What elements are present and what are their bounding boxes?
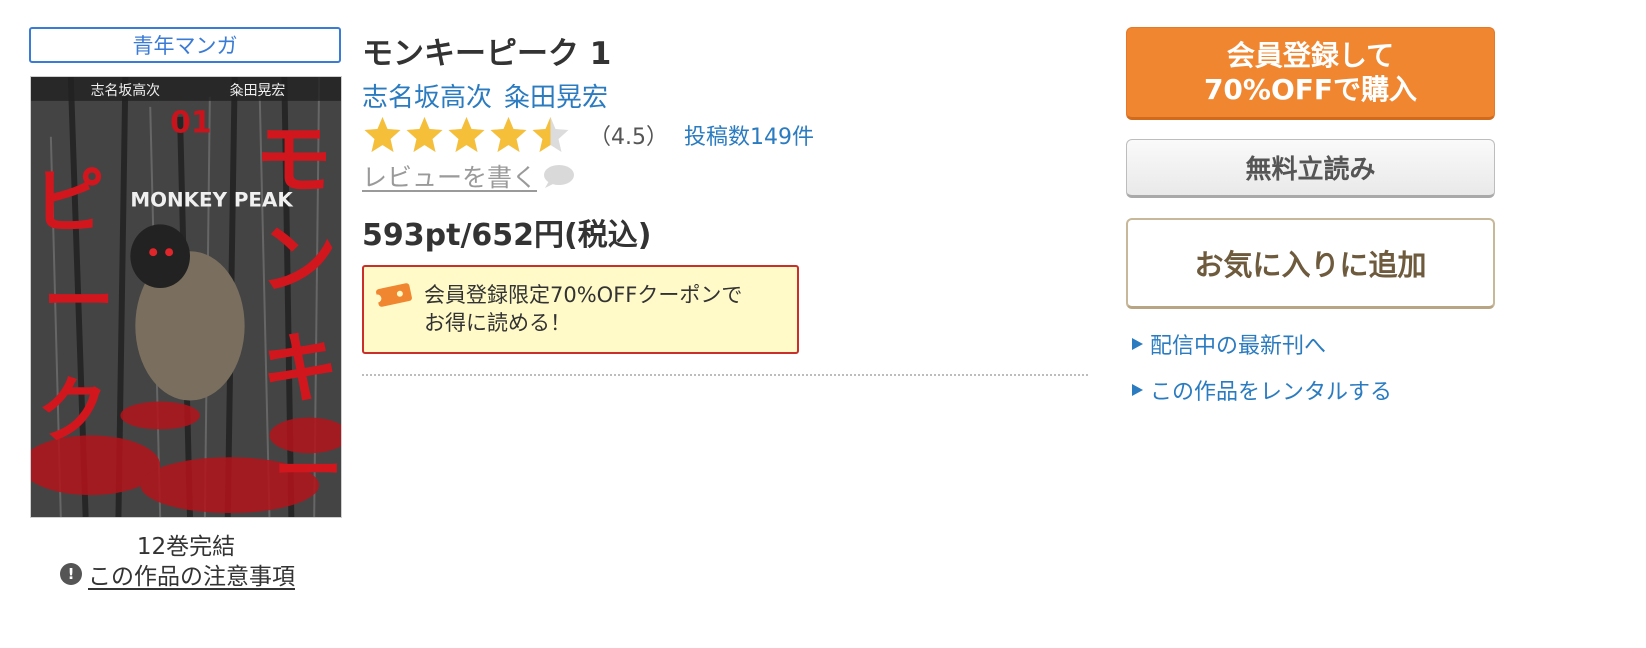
- register-and-buy-button[interactable]: 会員登録して 70%OFFで購入: [1126, 27, 1495, 120]
- cover-art: 志名坂高次 粂田晃宏 01 MONKEY PEAK モ ン キ ー ピ ー ク: [31, 77, 341, 517]
- coupon-banner: 会員登録限定70%OFFクーポンで お得に読める！: [362, 265, 799, 354]
- star-icon: [448, 117, 485, 152]
- favorite-label: お気に入りに追加: [1194, 248, 1427, 282]
- star-icon: [364, 117, 401, 152]
- coupon-text: 会員登録限定70%OFFクーポンで お得に読める！: [424, 281, 742, 337]
- book-cover-image[interactable]: 志名坂高次 粂田晃宏 01 MONKEY PEAK モ ン キ ー ピ ー ク: [30, 76, 342, 518]
- coupon-line-2: お得に読める！: [424, 311, 571, 335]
- svg-text:ン: ン: [260, 215, 338, 305]
- latest-volume-label: 配信中の最新刊へ: [1150, 334, 1327, 359]
- coupon-line-1: 会員登録限定70%OFFクーポンで: [424, 283, 743, 307]
- coupon-ticket-icon: [374, 283, 412, 307]
- review-count-link[interactable]: 投稿数149件: [684, 119, 814, 151]
- buy-button-line-1: 会員登録して: [1226, 38, 1395, 72]
- author-link[interactable]: 志名坂高次: [362, 77, 492, 114]
- svg-text:ー: ー: [273, 431, 341, 512]
- star-icon: [406, 117, 443, 152]
- svg-text:キ: キ: [262, 324, 340, 414]
- write-review-link[interactable]: レビューを書く: [362, 158, 575, 194]
- svg-text:ク: ク: [37, 369, 109, 452]
- star-icon: [490, 117, 527, 152]
- cover-credit-right: 粂田晃宏: [230, 83, 286, 99]
- price-text: 593pt/652円(税込): [362, 218, 652, 253]
- notice-link[interactable]: ! この作品の注意事項: [60, 557, 295, 591]
- latest-volume-link[interactable]: 配信中の最新刊へ: [1130, 328, 1326, 360]
- cover-volume-mark: 01: [170, 106, 211, 141]
- cover-title-char: モ: [255, 115, 333, 205]
- buy-button-line-2: 70%OFFで購入: [1203, 72, 1418, 106]
- rental-label: この作品をレンタルする: [1150, 380, 1393, 405]
- write-review-label: レビューを書く: [362, 163, 538, 192]
- rating-row: （4.5） 投稿数149件: [362, 114, 814, 156]
- genre-tag-link[interactable]: 青年マンガ: [29, 27, 341, 63]
- rating-score: （4.5）: [589, 125, 668, 150]
- volume-status: 12巻完結: [136, 534, 236, 560]
- svg-text:ピ: ピ: [33, 160, 105, 243]
- star-icon: [532, 117, 569, 152]
- divider: [362, 374, 1088, 376]
- cover-credit-left: 志名坂高次: [91, 82, 161, 99]
- exclamation-icon: !: [60, 563, 82, 585]
- rental-link[interactable]: この作品をレンタルする: [1130, 374, 1392, 406]
- free-read-label: 無料立読み: [1245, 155, 1376, 185]
- author-list: 志名坂高次 粂田晃宏: [362, 77, 608, 114]
- author-link[interactable]: 粂田晃宏: [504, 77, 608, 114]
- add-favorite-button[interactable]: お気に入りに追加: [1126, 218, 1495, 309]
- svg-text:ー: ー: [43, 260, 115, 343]
- free-read-button[interactable]: 無料立読み: [1126, 139, 1495, 198]
- triangle-right-icon: [1132, 338, 1143, 350]
- triangle-right-icon: [1132, 384, 1143, 396]
- notice-link-label: この作品の注意事項: [88, 564, 295, 590]
- page-title: モンキーピーク 1: [362, 36, 612, 72]
- speech-bubble-icon: [544, 165, 575, 188]
- rating-stars: [362, 115, 571, 155]
